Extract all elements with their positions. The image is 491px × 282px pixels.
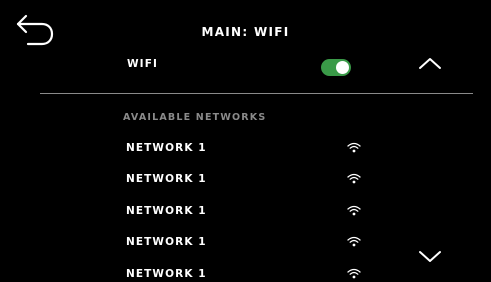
- network-item[interactable]: NETWORK 1: [120, 260, 400, 282]
- network-item[interactable]: NETWORK 1: [120, 165, 400, 193]
- network-list: NETWORK 1 NETWORK 1 NETWORK 1 NETWORK 1 …: [0, 0, 491, 282]
- network-name: NETWORK 1: [126, 142, 207, 154]
- wifi-signal-icon: [347, 205, 361, 216]
- network-name: NETWORK 1: [126, 236, 207, 248]
- network-item[interactable]: NETWORK 1: [120, 134, 400, 162]
- network-name: NETWORK 1: [126, 173, 207, 185]
- wifi-signal-icon: [347, 173, 361, 184]
- chevron-down-icon: [419, 251, 441, 262]
- network-name: NETWORK 1: [126, 268, 207, 280]
- wifi-signal-icon: [347, 142, 361, 153]
- network-item[interactable]: NETWORK 1: [120, 228, 400, 256]
- network-name: NETWORK 1: [126, 205, 207, 217]
- wifi-signal-icon: [347, 268, 361, 279]
- network-item[interactable]: NETWORK 1: [120, 197, 400, 225]
- scroll-down-button[interactable]: [417, 247, 443, 265]
- wifi-settings-screen: MAIN: WIFI WIFI AVAILABLE NETWORKS NETWO…: [0, 0, 491, 282]
- wifi-signal-icon: [347, 236, 361, 247]
